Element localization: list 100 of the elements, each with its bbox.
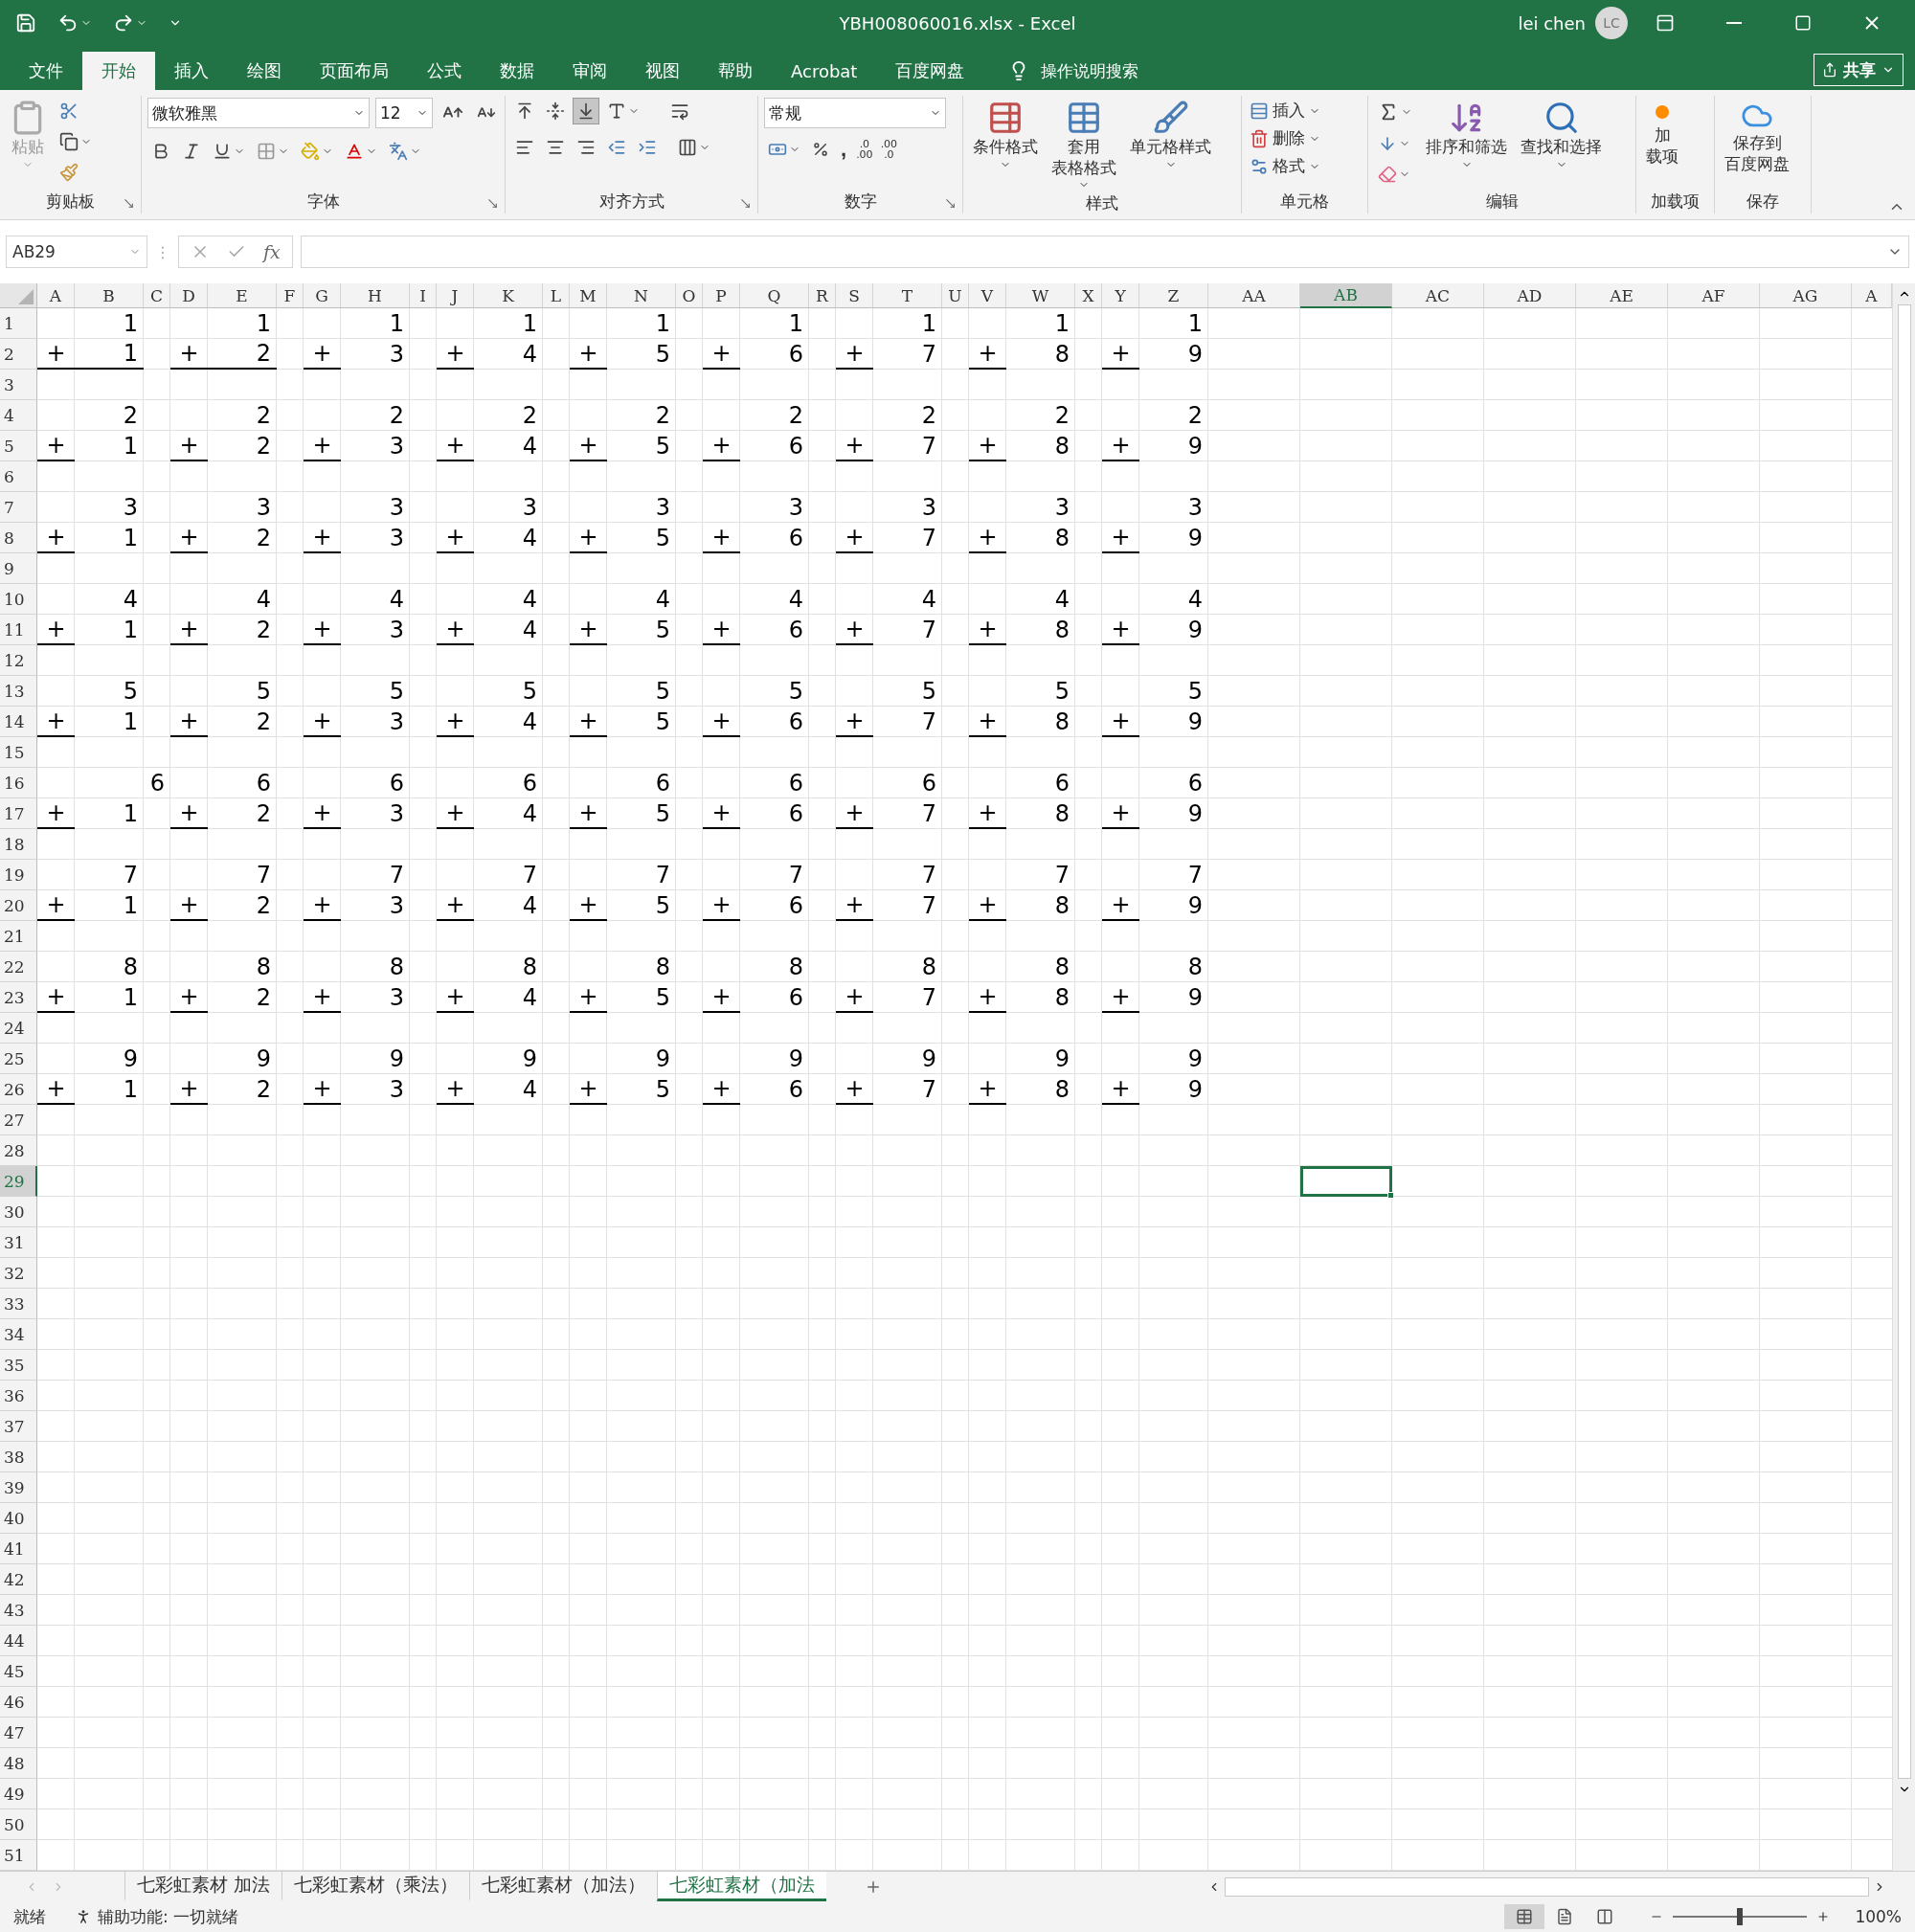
row-header[interactable]: 12: [0, 645, 37, 676]
row-header[interactable]: 30: [0, 1197, 37, 1227]
column-header[interactable]: T: [873, 283, 942, 308]
column-header[interactable]: AG: [1760, 283, 1852, 308]
scrollbar-thumb[interactable]: [1225, 1876, 1869, 1897]
slider-thumb[interactable]: [1737, 1908, 1744, 1925]
row-header[interactable]: 28: [0, 1135, 37, 1166]
column-header[interactable]: L: [543, 283, 570, 308]
row-header[interactable]: 22: [0, 952, 37, 982]
row-header[interactable]: 3: [0, 370, 37, 400]
row-header[interactable]: 4: [0, 400, 37, 431]
column-header[interactable]: D: [170, 283, 208, 308]
formula-input[interactable]: [300, 236, 1909, 268]
menu-tab[interactable]: 插入: [155, 52, 228, 90]
column-header[interactable]: S: [836, 283, 873, 308]
menu-tab[interactable]: 绘图: [228, 52, 301, 90]
row-header[interactable]: 32: [0, 1258, 37, 1289]
row-header[interactable]: 48: [0, 1748, 37, 1779]
accessibility-status[interactable]: 辅助功能: 一切就绪: [75, 1905, 239, 1928]
column-header[interactable]: A: [1852, 283, 1892, 308]
column-header[interactable]: E: [208, 283, 277, 308]
dialog-launcher-icon[interactable]: [123, 197, 135, 210]
column-header[interactable]: R: [809, 283, 836, 308]
style-button[interactable]: 单元格样式: [1126, 98, 1215, 172]
row-header[interactable]: 39: [0, 1472, 37, 1503]
row-header[interactable]: 17: [0, 798, 37, 829]
row-header[interactable]: 19: [0, 860, 37, 890]
row-header[interactable]: 13: [0, 676, 37, 707]
menu-tab[interactable]: 帮助: [699, 52, 772, 90]
column-header[interactable]: N: [607, 283, 676, 308]
number-format-field[interactable]: 常规: [764, 98, 946, 128]
menu-tab[interactable]: Acrobat: [772, 52, 877, 90]
menu-tab[interactable]: 开始: [82, 52, 155, 90]
vertical-align-button[interactable]: [573, 98, 599, 124]
row-header[interactable]: 49: [0, 1779, 37, 1809]
column-header[interactable]: O: [676, 283, 703, 308]
row-header[interactable]: 16: [0, 768, 37, 798]
row-header[interactable]: 23: [0, 982, 37, 1013]
row-header[interactable]: 36: [0, 1381, 37, 1411]
row-header[interactable]: 2: [0, 339, 37, 370]
addins-button[interactable]: 加 载项: [1642, 98, 1682, 168]
row-header[interactable]: 35: [0, 1350, 37, 1381]
column-header[interactable]: I: [410, 283, 437, 308]
row-header[interactable]: 33: [0, 1289, 37, 1319]
row-header[interactable]: 1: [0, 308, 37, 339]
column-header[interactable]: AE: [1576, 283, 1668, 308]
fill-handle[interactable]: [1387, 1192, 1394, 1199]
row-header[interactable]: 20: [0, 890, 37, 921]
row-header[interactable]: 24: [0, 1013, 37, 1044]
increase-decimal-button[interactable]: .0 .00: [854, 137, 875, 162]
menu-tab[interactable]: 数据: [481, 52, 553, 90]
column-header[interactable]: W: [1006, 283, 1075, 308]
menu-tab[interactable]: 页面布局: [301, 52, 408, 90]
column-header[interactable]: M: [570, 283, 607, 308]
row-header[interactable]: 45: [0, 1656, 37, 1687]
row-header[interactable]: 50: [0, 1809, 37, 1840]
row-header[interactable]: 38: [0, 1442, 37, 1472]
row-header[interactable]: 25: [0, 1044, 37, 1074]
row-header[interactable]: 37: [0, 1411, 37, 1442]
insert-function-button[interactable]: fx: [263, 241, 281, 262]
style-button[interactable]: 套用 表格格式: [1048, 98, 1120, 193]
find-select-button[interactable]: 查找和选择: [1517, 98, 1606, 172]
sheet-tab[interactable]: 七彩虹素材（加法: [657, 1872, 827, 1901]
font-size-field[interactable]: 12: [375, 98, 433, 128]
normal-view-button[interactable]: [1504, 1904, 1545, 1929]
row-header[interactable]: 27: [0, 1105, 37, 1135]
column-header[interactable]: C: [144, 283, 170, 308]
row-header[interactable]: 8: [0, 523, 37, 553]
column-header[interactable]: K: [474, 283, 543, 308]
column-header[interactable]: A: [37, 283, 75, 308]
row-header[interactable]: 18: [0, 829, 37, 860]
row-header[interactable]: 51: [0, 1840, 37, 1871]
row-header[interactable]: 5: [0, 431, 37, 461]
zoom-in-icon[interactable]: [1816, 1910, 1831, 1923]
row-header[interactable]: 29: [0, 1166, 37, 1197]
row-header[interactable]: 34: [0, 1319, 37, 1350]
column-header[interactable]: V: [969, 283, 1006, 308]
row-header[interactable]: 42: [0, 1564, 37, 1595]
menu-tab[interactable]: 百度网盘: [876, 52, 984, 90]
dialog-launcher-icon[interactable]: [739, 197, 752, 210]
row-header[interactable]: 21: [0, 921, 37, 952]
column-header[interactable]: AB: [1300, 283, 1392, 308]
cells-button[interactable]: 格式: [1248, 153, 1322, 179]
row-header[interactable]: 44: [0, 1626, 37, 1656]
column-header[interactable]: F: [277, 283, 304, 308]
column-header[interactable]: X: [1075, 283, 1102, 308]
scrollbar-thumb[interactable]: [1897, 304, 1911, 1779]
row-header[interactable]: 10: [0, 584, 37, 615]
row-header[interactable]: 31: [0, 1227, 37, 1258]
column-header[interactable]: P: [703, 283, 740, 308]
column-header[interactable]: AC: [1392, 283, 1484, 308]
row-header[interactable]: 9: [0, 553, 37, 584]
row-header[interactable]: 47: [0, 1718, 37, 1748]
menu-tab[interactable]: 公式: [408, 52, 481, 90]
column-header[interactable]: AD: [1484, 283, 1576, 308]
column-header[interactable]: AA: [1208, 283, 1300, 308]
dialog-launcher-icon[interactable]: [486, 197, 499, 210]
row-header[interactable]: 11: [0, 615, 37, 645]
column-header[interactable]: AF: [1668, 283, 1760, 308]
dialog-launcher-icon[interactable]: [944, 197, 957, 210]
